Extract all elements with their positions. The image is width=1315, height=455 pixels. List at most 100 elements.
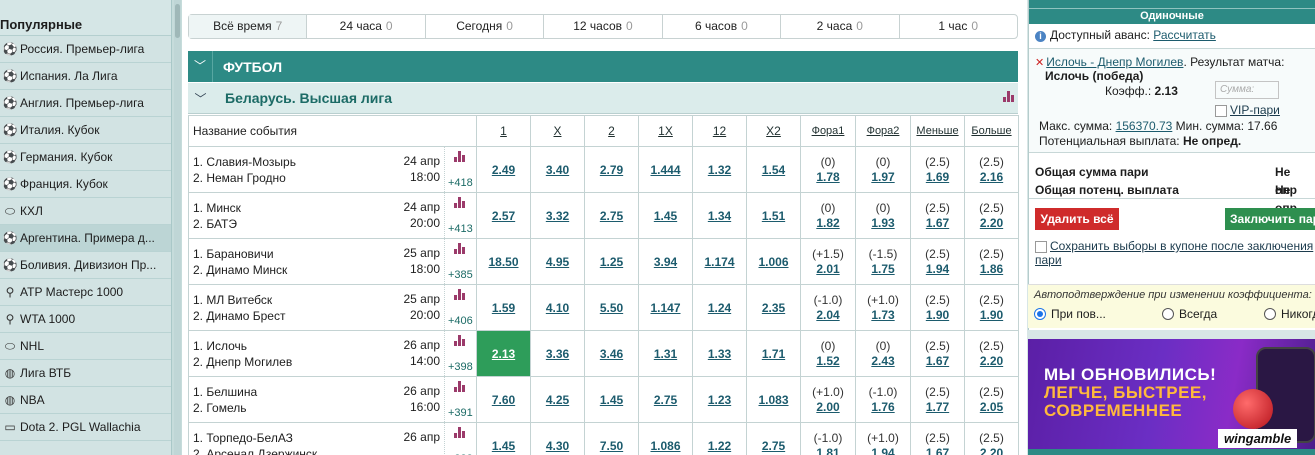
handicap1-cell[interactable]: (0) 1.78 — [800, 146, 856, 193]
remove-bet-icon[interactable]: ✕ — [1035, 57, 1044, 69]
odds-value[interactable]: 1.59 — [492, 301, 515, 315]
odds-value[interactable]: 2.16 — [980, 170, 1003, 184]
odds-cell[interactable]: 4.95 — [530, 238, 585, 285]
over-cell[interactable]: (2.5) 2.20 — [964, 330, 1019, 377]
odds-cell[interactable]: 2.57 — [476, 192, 531, 239]
time-filter-tab[interactable]: 1 час 0 — [900, 15, 1017, 38]
odds-value[interactable]: 18.50 — [488, 255, 518, 269]
sidebar-item[interactable]: ⚲ WTA 1000 — [0, 306, 171, 333]
over-cell[interactable]: (2.5) 2.16 — [964, 146, 1019, 193]
column-header-link[interactable]: Больше — [971, 125, 1011, 137]
odds-value[interactable]: 1.67 — [926, 354, 949, 368]
odds-cell[interactable]: 2.79 — [584, 146, 639, 193]
more-markets-link[interactable]: +413 — [448, 223, 473, 235]
chevron-down-icon[interactable]: ﹀ — [188, 51, 213, 82]
odds-cell[interactable]: 1.45 — [638, 192, 693, 239]
odds-value[interactable]: 7.50 — [600, 439, 623, 453]
sidebar-item[interactable]: ⚽ Испания. Ла Лига — [0, 63, 171, 90]
vip-label[interactable]: VIP-пари — [1230, 103, 1280, 117]
odds-value[interactable]: 1.90 — [980, 308, 1003, 322]
under-cell[interactable]: (2.5) 1.67 — [910, 330, 965, 377]
odds-column-header[interactable]: X — [530, 115, 585, 147]
odds-value[interactable]: 1.67 — [926, 446, 949, 455]
odds-value[interactable]: 1.51 — [762, 209, 785, 223]
odds-value[interactable]: 2.57 — [492, 209, 515, 223]
handicap2-cell[interactable]: (0) 2.43 — [855, 330, 911, 377]
odds-value[interactable]: 1.82 — [816, 216, 839, 230]
odds-cell[interactable]: 2.75 — [584, 192, 639, 239]
odds-cell[interactable]: 4.10 — [530, 284, 585, 331]
more-markets-link[interactable]: +391 — [448, 407, 473, 419]
under-cell[interactable]: (2.5) 1.67 — [910, 422, 965, 455]
more-markets-link[interactable]: +385 — [448, 269, 473, 281]
auto-confirm-option-on-increase[interactable]: При пов... — [1034, 307, 1106, 321]
odds-column-header[interactable]: 1X — [638, 115, 693, 147]
odds-cell[interactable]: 5.50 — [584, 284, 639, 331]
odds-column-header[interactable]: Больше — [964, 115, 1019, 147]
odds-cell[interactable]: 3.32 — [530, 192, 585, 239]
coupon-mode-single[interactable]: Одиночные — [1029, 8, 1315, 24]
sidebar-item[interactable]: ⬭ NHL — [0, 333, 171, 360]
handicap1-cell[interactable]: (-1.0) 2.04 — [800, 284, 856, 331]
odds-value[interactable]: 1.25 — [600, 255, 623, 269]
handicap2-cell[interactable]: (+1.0) 1.94 — [855, 422, 911, 455]
time-filter-tab[interactable]: 24 часа 0 — [307, 15, 426, 38]
handicap1-cell[interactable]: (0) 1.82 — [800, 192, 856, 239]
odds-column-header[interactable]: 2 — [584, 115, 639, 147]
max-sum-link[interactable]: 156370.73 — [1116, 119, 1173, 133]
odds-value[interactable]: 1.174 — [704, 255, 734, 269]
sidebar-item[interactable]: ⬭ КХЛ — [0, 198, 171, 225]
time-filter-tab[interactable]: 6 часов 0 — [663, 15, 782, 38]
handicap1-cell[interactable]: (-1.0) 1.81 — [800, 422, 856, 455]
odds-value[interactable]: 1.45 — [600, 393, 623, 407]
odds-value[interactable]: 1.90 — [926, 308, 949, 322]
odds-value[interactable]: 1.76 — [871, 400, 894, 414]
odds-value[interactable]: 1.67 — [926, 216, 949, 230]
odds-value[interactable]: 1.24 — [708, 301, 731, 315]
odds-cell[interactable]: 1.006 — [746, 238, 801, 285]
odds-value[interactable]: 1.33 — [708, 347, 731, 361]
odds-cell[interactable]: 18.50 — [476, 238, 531, 285]
odds-cell[interactable]: 1.23 — [692, 376, 747, 423]
over-cell[interactable]: (2.5) 2.20 — [964, 192, 1019, 239]
odds-column-header[interactable]: Меньше — [910, 115, 965, 147]
event-cell[interactable]: 1. Ислочь 2. Днепр Могилев 26 апр 14:00 — [188, 330, 445, 377]
odds-value[interactable]: 2.49 — [492, 163, 515, 177]
column-header-link[interactable]: 1X — [658, 124, 673, 138]
time-filter-tab[interactable]: 12 часов 0 — [544, 15, 663, 38]
place-bet-button[interactable]: Заключить пари — [1225, 208, 1315, 230]
odds-cell[interactable]: 4.25 — [530, 376, 585, 423]
odds-value[interactable]: 1.77 — [926, 400, 949, 414]
handicap2-cell[interactable]: (0) 1.97 — [855, 146, 911, 193]
calculate-advance-link[interactable]: Рассчитать — [1153, 28, 1216, 42]
odds-value[interactable]: 1.32 — [708, 163, 731, 177]
odds-value[interactable]: 1.71 — [762, 347, 785, 361]
odds-column-header[interactable]: X2 — [746, 115, 801, 147]
radio-selected-icon[interactable] — [1034, 308, 1046, 320]
odds-cell[interactable]: 2.35 — [746, 284, 801, 331]
odds-value[interactable]: 4.95 — [546, 255, 569, 269]
odds-cell[interactable]: 1.174 — [692, 238, 747, 285]
odds-value[interactable]: 1.23 — [708, 393, 731, 407]
column-header-link[interactable]: Меньше — [916, 125, 958, 137]
sidebar-scrollbar-thumb[interactable] — [175, 4, 180, 38]
league-header[interactable]: ﹀ Беларусь. Высшая лига — [188, 83, 1018, 114]
column-header-link[interactable]: X2 — [766, 124, 781, 138]
odds-value[interactable]: 2.04 — [816, 308, 839, 322]
odds-cell[interactable]: 1.71 — [746, 330, 801, 377]
column-header-link[interactable]: 12 — [713, 124, 726, 138]
radio-icon[interactable] — [1162, 308, 1174, 320]
handicap1-cell[interactable]: (+1.0) 2.00 — [800, 376, 856, 423]
odds-value[interactable]: 4.25 — [546, 393, 569, 407]
odds-cell[interactable]: 1.086 — [638, 422, 693, 455]
odds-cell[interactable]: 1.34 — [692, 192, 747, 239]
odds-value[interactable]: 3.40 — [546, 163, 569, 177]
over-cell[interactable]: (2.5) 1.90 — [964, 284, 1019, 331]
odds-value[interactable]: 4.30 — [546, 439, 569, 453]
odds-value[interactable]: 3.36 — [546, 347, 569, 361]
delete-all-button[interactable]: Удалить всё — [1035, 208, 1119, 230]
handicap2-cell[interactable]: (-1.0) 1.76 — [855, 376, 911, 423]
column-header-link[interactable]: Фора1 — [812, 125, 845, 137]
odds-value[interactable]: 5.50 — [600, 301, 623, 315]
sidebar-item[interactable]: ⚲ ATP Мастерс 1000 — [0, 279, 171, 306]
